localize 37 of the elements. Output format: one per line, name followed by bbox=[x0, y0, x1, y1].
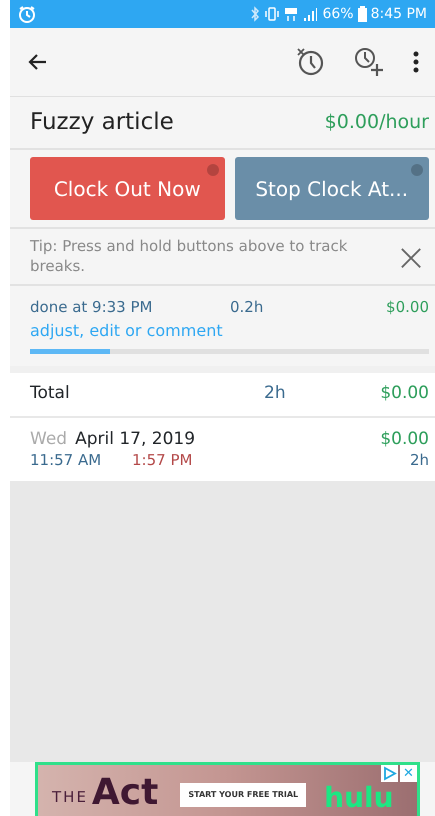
day-hours: 2h bbox=[410, 450, 429, 471]
alarm-clock-icon bbox=[18, 5, 36, 23]
entry-status: done at 9:33 PM bbox=[30, 297, 154, 318]
job-title: Fuzzy article bbox=[30, 108, 174, 138]
ad-title-large: Act bbox=[92, 770, 158, 814]
clock-add-icon[interactable] bbox=[353, 47, 385, 77]
stop-clock-button[interactable]: Stop Clock At... bbox=[234, 157, 429, 220]
total-label: Total bbox=[30, 382, 71, 406]
battery-percentage: 66% bbox=[322, 4, 354, 24]
more-icon[interactable] bbox=[413, 51, 419, 73]
day-date: April 17, 2019 bbox=[75, 428, 196, 450]
clock-out-button[interactable]: Clock Out Now bbox=[30, 157, 224, 220]
battery-icon bbox=[358, 6, 367, 22]
ad-brand: hulu bbox=[324, 780, 394, 816]
ad-banner[interactable]: THE Act START YOUR FREE TRIAL hulu ✕ bbox=[35, 762, 420, 816]
start-time: 11:57 AM bbox=[30, 450, 102, 471]
entry-amount: $0.00 bbox=[386, 297, 429, 318]
tip-text: Tip: Press and hold buttons above to track breaks. bbox=[30, 237, 348, 276]
day-amount: $0.00 bbox=[380, 428, 429, 450]
bluetooth-icon bbox=[250, 6, 260, 22]
total-amount: $0.00 bbox=[380, 382, 429, 406]
signal-icon bbox=[302, 6, 318, 22]
status-time: 8:45 PM bbox=[370, 4, 427, 24]
weekday: Wed bbox=[30, 428, 68, 450]
hourly-rate: $0.00/hour bbox=[324, 110, 429, 136]
network-icon bbox=[284, 6, 298, 22]
entry-hours: 0.2h bbox=[230, 297, 264, 318]
end-time: 1:57 PM bbox=[132, 450, 192, 471]
clock-cancel-icon[interactable] bbox=[295, 47, 325, 77]
ad-choices-icon[interactable] bbox=[381, 765, 398, 782]
edit-link[interactable]: adjust, edit or comment bbox=[30, 320, 223, 340]
close-button[interactable]: × bbox=[395, 238, 427, 276]
vibrate-icon bbox=[264, 6, 280, 22]
ad-cta-button[interactable]: START YOUR FREE TRIAL bbox=[180, 782, 306, 806]
total-hours: 2h bbox=[264, 382, 286, 406]
ad-close-button[interactable]: ✕ bbox=[400, 765, 417, 782]
ad-title: THE bbox=[52, 787, 88, 808]
